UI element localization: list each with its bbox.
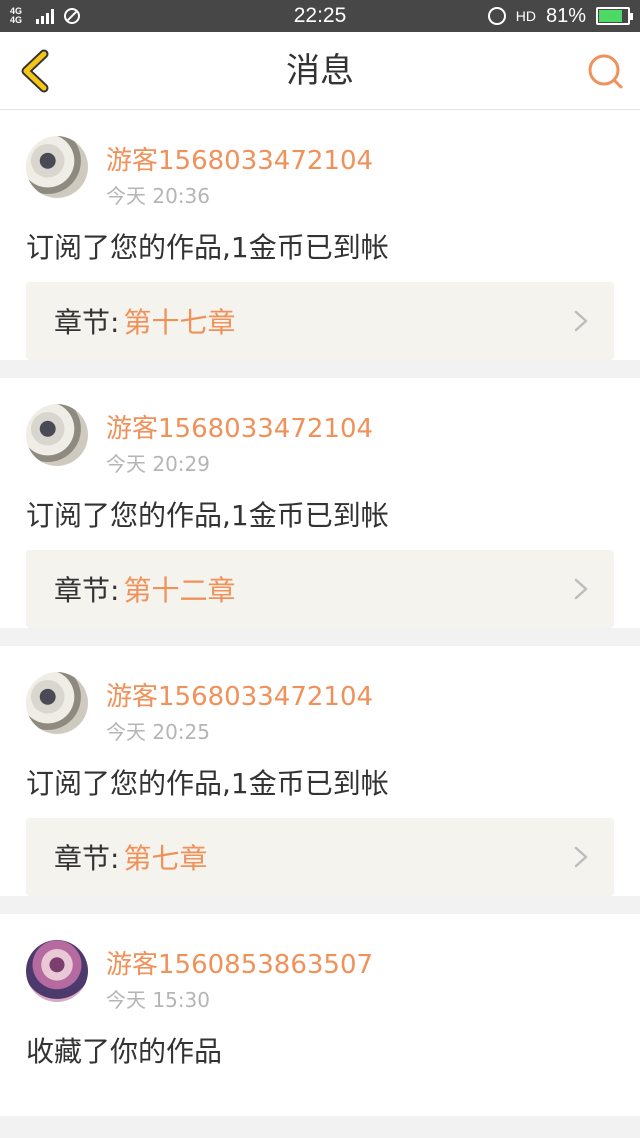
chapter-label: 章节:	[54, 306, 120, 339]
status-right: HD 81%	[487, 4, 633, 28]
chevron-right-icon	[574, 578, 588, 600]
chapter-name: 第七章	[123, 842, 208, 875]
message-list: 游客1568033472104 今天 20:36 订阅了您的作品,1金币已到帐 …	[0, 110, 640, 1116]
message-card: 游客1568033472104 今天 20:29 订阅了您的作品,1金币已到帐 …	[0, 378, 640, 628]
chapter-link[interactable]: 章节: 第七章	[26, 818, 614, 896]
do-not-disturb-icon	[64, 8, 80, 24]
user-name[interactable]: 游客1568033472104	[106, 408, 373, 445]
chapter-label: 章节:	[54, 574, 120, 607]
status-bar: 4G 4G 22:25 HD 81%	[0, 0, 640, 32]
header: 消息	[0, 32, 640, 110]
message-text: 订阅了您的作品,1金币已到帐	[26, 767, 389, 800]
chapter-link[interactable]: 章节: 第十二章	[26, 550, 614, 628]
message-text: 收藏了你的作品	[26, 1035, 223, 1068]
avatar[interactable]	[26, 672, 88, 734]
message-text: 订阅了您的作品,1金币已到帐	[26, 231, 389, 264]
battery-percent: 81%	[545, 4, 586, 27]
message-card: 游客1568033472104 今天 20:36 订阅了您的作品,1金币已到帐 …	[0, 110, 640, 360]
avatar[interactable]	[26, 940, 88, 1002]
message-time: 今天 20:29	[106, 452, 210, 476]
message-header: 游客1568033472104 今天 20:25	[26, 646, 614, 746]
message-text: 订阅了您的作品,1金币已到帐	[26, 499, 389, 532]
signal-icon	[36, 8, 54, 24]
chevron-right-icon	[574, 846, 588, 868]
network-type: 4G 4G	[10, 6, 23, 25]
chapter-link[interactable]: 章节: 第十七章	[26, 282, 614, 360]
battery-icon	[596, 7, 633, 25]
message-card: 游客1560853863507 今天 15:30 收藏了你的作品	[0, 914, 640, 1116]
message-time: 今天 15:30	[106, 988, 210, 1012]
chapter-name: 第十二章	[123, 574, 236, 607]
user-name[interactable]: 游客1568033472104	[106, 140, 373, 177]
search-button[interactable]	[586, 52, 626, 92]
status-left: 4G 4G	[10, 7, 80, 25]
page-title: 消息	[286, 51, 354, 91]
chapter-name: 第十七章	[123, 306, 236, 339]
user-name[interactable]: 游客1568033472104	[106, 676, 373, 713]
message-time: 今天 20:36	[106, 184, 210, 208]
avatar[interactable]	[26, 136, 88, 198]
chapter-label: 章节:	[54, 842, 120, 875]
message-time: 今天 20:25	[106, 720, 210, 744]
user-name[interactable]: 游客1560853863507	[106, 944, 373, 981]
message-header: 游客1568033472104 今天 20:29	[26, 378, 614, 478]
message-header: 游客1568033472104 今天 20:36	[26, 110, 614, 210]
chevron-right-icon	[574, 310, 588, 332]
avatar[interactable]	[26, 404, 88, 466]
search-icon	[588, 54, 623, 89]
message-header: 游客1560853863507 今天 15:30	[26, 914, 614, 1014]
battery-fill	[599, 10, 622, 22]
alarm-icon	[487, 7, 506, 25]
message-card: 游客1568033472104 今天 20:25 订阅了您的作品,1金币已到帐 …	[0, 646, 640, 896]
hd-call-icon: HD	[515, 8, 536, 24]
